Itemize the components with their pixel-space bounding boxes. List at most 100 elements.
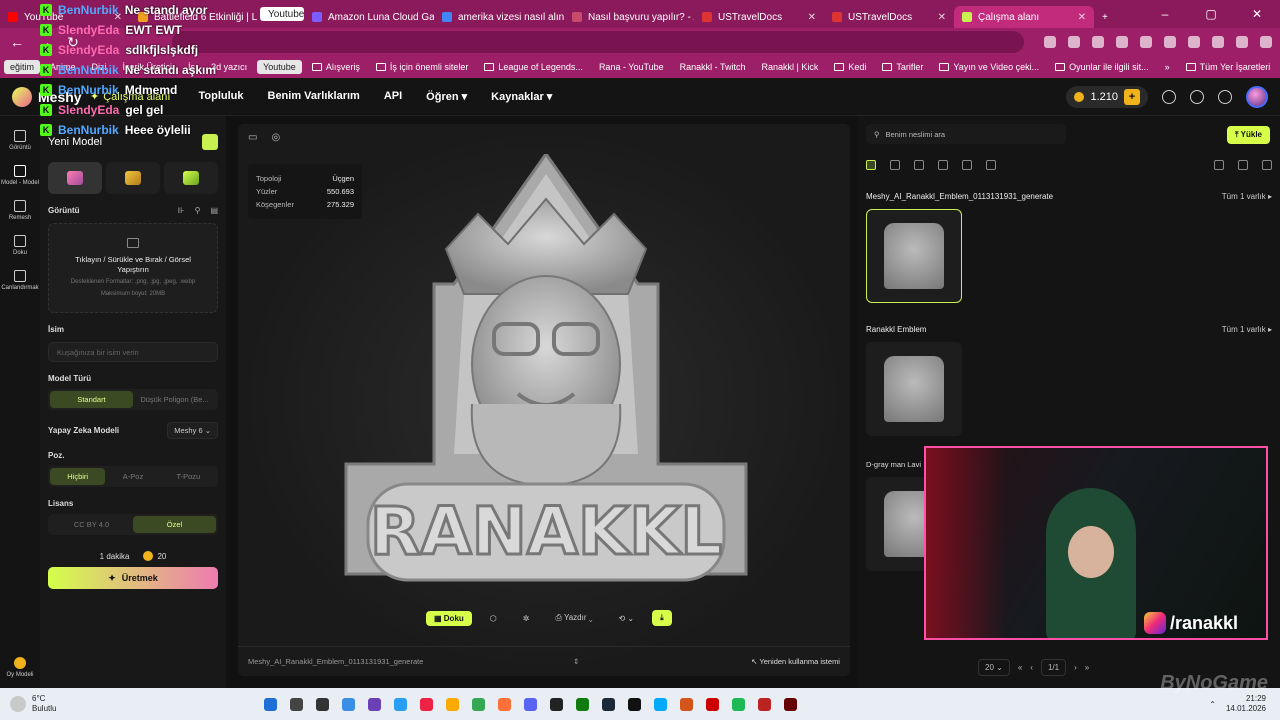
bookmark-item[interactable]: eğitim: [4, 60, 41, 74]
print-button[interactable]: ⎙ Yazdır ⌄: [547, 610, 600, 626]
license-cc[interactable]: CC BY 4.0: [50, 516, 133, 533]
nav-learn[interactable]: Öğren ▾: [426, 90, 467, 103]
widgets-icon[interactable]: [342, 697, 355, 711]
minimize-icon[interactable]: –: [1142, 0, 1188, 28]
bookmark-item[interactable]: Kedi: [828, 60, 872, 74]
pose-a[interactable]: A-Poz: [105, 468, 160, 485]
folder-filter-icon[interactable]: [866, 160, 876, 170]
back-icon[interactable]: ←: [8, 34, 26, 50]
bookmark-item[interactable]: İş için önemli siteler: [370, 60, 475, 74]
app-icon[interactable]: [550, 697, 563, 711]
bookmark-item[interactable]: Ranakkl - Twitch: [674, 60, 752, 74]
cast-icon[interactable]: [1044, 36, 1056, 48]
app-icon[interactable]: [420, 697, 433, 711]
texture-filter-icon[interactable]: [962, 160, 972, 170]
texture-button[interactable]: ▦ Doku: [426, 610, 472, 626]
search-icon[interactable]: [290, 697, 303, 711]
bookmark-item[interactable]: League of Legends...: [478, 60, 589, 74]
compare-icon[interactable]: ⊪: [178, 206, 185, 215]
app-icon[interactable]: [758, 697, 771, 711]
spotify-icon[interactable]: [732, 697, 745, 711]
animation-filter-icon[interactable]: [986, 160, 996, 170]
grid-filter-icon[interactable]: [890, 160, 900, 170]
rail-model[interactable]: Model - Model: [0, 165, 40, 186]
rail-remesh[interactable]: Remesh: [0, 200, 40, 221]
task-view-icon[interactable]: [316, 697, 329, 711]
bookmark-item[interactable]: »: [1159, 60, 1176, 74]
star-icon[interactable]: [1092, 36, 1104, 48]
gift-icon[interactable]: [1162, 89, 1176, 104]
app-icon[interactable]: [706, 697, 719, 711]
app-icon[interactable]: [498, 697, 511, 711]
extension-icon[interactable]: [1164, 36, 1176, 48]
rig-tool-icon[interactable]: ✲: [515, 611, 538, 626]
xbox-icon[interactable]: [576, 697, 589, 711]
generate-button[interactable]: ✦ Üretmek: [48, 567, 218, 589]
app-icon[interactable]: [784, 697, 797, 711]
extension-icon[interactable]: [1140, 36, 1152, 48]
browser-tab[interactable]: Amazon Luna Cloud Ga✕: [304, 6, 434, 28]
rail-image[interactable]: Görüntü: [0, 130, 40, 151]
puzzle-icon[interactable]: [1188, 36, 1200, 48]
app-icon[interactable]: [680, 697, 693, 711]
tab-single-image[interactable]: [48, 162, 102, 194]
first-page-icon[interactable]: «: [1018, 663, 1022, 672]
grid-icon[interactable]: ▤: [210, 206, 218, 215]
tab-multi-image[interactable]: [106, 162, 160, 194]
credits-badge[interactable]: 1.210 +: [1066, 85, 1148, 108]
per-page-select[interactable]: 20 ⌄: [978, 659, 1010, 676]
clock[interactable]: 21:29 14.01.2026: [1226, 694, 1266, 715]
rail-vote-model[interactable]: Oy Modeli: [0, 657, 40, 678]
view-all-link[interactable]: Tüm 1 varlık ▸: [1222, 192, 1272, 201]
tab-text[interactable]: [164, 162, 218, 194]
browser-tab[interactable]: USTravelDocs ✕: [694, 6, 824, 28]
extension-icon[interactable]: [1116, 36, 1128, 48]
profile-icon[interactable]: [1236, 36, 1248, 48]
close-tab-icon[interactable]: ✕: [938, 12, 946, 23]
asset-thumbnail[interactable]: [866, 209, 962, 303]
bookmark-item[interactable]: Tarifler: [876, 60, 929, 74]
menu-icon[interactable]: [1260, 36, 1272, 48]
asset-thumbnail[interactable]: [866, 342, 962, 436]
discord-icon[interactable]: [524, 697, 537, 711]
app-icon[interactable]: [394, 697, 407, 711]
add-credits-button[interactable]: +: [1124, 88, 1140, 105]
view-all-link[interactable]: Tüm 1 varlık ▸: [1222, 325, 1272, 334]
pose-t[interactable]: T-Pozu: [161, 468, 216, 485]
close-tab-icon[interactable]: ✕: [808, 12, 816, 23]
nav-resources[interactable]: Kaynaklar ▾: [491, 90, 552, 103]
steam-icon[interactable]: [602, 697, 615, 711]
remesh-tool-icon[interactable]: ⬡: [482, 611, 505, 626]
model-filter-icon[interactable]: [938, 160, 948, 170]
filter-icon[interactable]: [1214, 160, 1224, 170]
image-filter-icon[interactable]: [914, 160, 924, 170]
select-icon[interactable]: [1238, 160, 1248, 170]
3d-viewport[interactable]: ▭ ◎ Topoloji Üçgen Yüzler 550.693 Köşegenl…: [238, 124, 850, 676]
bell-icon[interactable]: [1218, 89, 1232, 104]
bookmark-item[interactable]: Oyunlar ile ilgili sit...: [1049, 60, 1155, 74]
prev-page-icon[interactable]: ‹: [1030, 663, 1033, 672]
start-icon[interactable]: [264, 697, 277, 711]
browser-tab[interactable]: Nasıl başvuru yapılır? - /✕: [564, 6, 694, 28]
expand-icon[interactable]: ⇕: [573, 657, 579, 666]
bookmark-item[interactable]: Alışveriş: [306, 60, 366, 74]
chrome-icon[interactable]: [472, 697, 485, 711]
upload-button[interactable]: ⤒ Yükle: [1227, 126, 1270, 144]
ai-model-select[interactable]: Meshy 6 ⌄: [167, 422, 218, 439]
history-icon[interactable]: [1212, 36, 1224, 48]
avatar[interactable]: [1246, 85, 1268, 108]
maximize-icon[interactable]: ▢: [1188, 0, 1234, 28]
rail-animate[interactable]: Canlandırmak: [0, 270, 40, 291]
last-page-icon[interactable]: »: [1085, 663, 1089, 672]
url-field[interactable]: [172, 31, 1024, 53]
privacy-icon[interactable]: [1068, 36, 1080, 48]
bookmark-item[interactable]: Tüm Yer İşaretleri: [1180, 60, 1277, 74]
nav-api[interactable]: API: [384, 90, 402, 103]
bookmark-item[interactable]: Rana - YouTube: [593, 60, 670, 74]
name-input[interactable]: Kuşağınıza bir isim verin: [48, 342, 218, 362]
weather-widget[interactable]: 6°C Bulutlu: [0, 694, 240, 713]
environment-icon[interactable]: ◎: [271, 132, 280, 143]
epic-icon[interactable]: [628, 697, 641, 711]
reuse-prompt-button[interactable]: ↖ Yeniden kullanma istemi: [751, 657, 840, 666]
pose-none[interactable]: Hiçbiri: [50, 468, 106, 485]
